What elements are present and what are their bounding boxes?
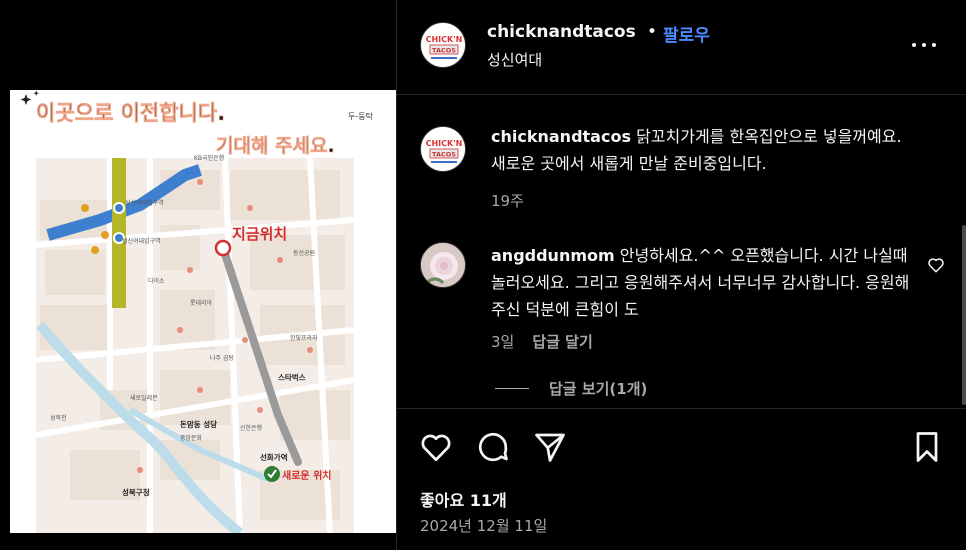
comments-section: CHICK'N TACOS chicknandtacos 닭꼬치가게를 한옥집안…	[397, 96, 966, 408]
view-replies-button[interactable]: 답글 보기(1개)	[495, 378, 647, 399]
new-location-label: 새로운 위치	[282, 469, 331, 482]
map-label-daiso: 다이소	[148, 277, 165, 285]
caption-username[interactable]: chicknandtacos	[491, 127, 631, 146]
heart-icon	[928, 258, 944, 273]
header-username[interactable]: chicknandtacos	[487, 22, 636, 42]
comment-username[interactable]: angddunmom	[491, 246, 615, 265]
caption-text: chicknandtacos 닭꼬치가게를 한옥집안으로 넣을꺼예요. 새로운 …	[491, 123, 921, 177]
profile-avatar[interactable]: CHICK'N TACOS	[420, 22, 466, 68]
comment-meta: 3일 답글 달기	[491, 331, 593, 352]
save-button[interactable]	[909, 429, 945, 465]
like-button[interactable]	[418, 429, 454, 465]
comment-text: angddunmom 안녕하세요.^^ 오픈했습니다. 시간 나실때 놀러오세요…	[491, 242, 921, 323]
map-label-church: 돈암동 성당	[180, 419, 217, 429]
map-label-bank: 신한은행	[240, 424, 262, 432]
location-map-graphic: 성신여대입구역 성신여대입구역 다이소 KB국민은행 동선공원 신한은행 한빛프…	[10, 90, 396, 533]
caption-timestamp[interactable]: 19주	[491, 190, 524, 211]
comment-like-button[interactable]	[927, 256, 945, 274]
more-dot	[932, 43, 936, 47]
divider-line	[495, 388, 529, 389]
separator-dot: •	[647, 22, 658, 42]
svg-text:TACOS: TACOS	[432, 151, 456, 159]
chicknandtacos-logo: CHICK'N TACOS	[421, 23, 465, 67]
image-headline-1: 이곳으로 이전합니다.	[36, 101, 225, 125]
map-label-starbucks: 스타벅스	[278, 372, 306, 382]
image-headline-2: 기대해 주세요.	[216, 135, 335, 157]
more-dot	[922, 43, 926, 47]
chicknandtacos-logo: CHICK'N TACOS	[421, 127, 465, 171]
svg-text:CHICK'N: CHICK'N	[426, 35, 463, 44]
reply-button[interactable]: 답글 달기	[532, 331, 592, 352]
svg-text:CHICK'N: CHICK'N	[426, 139, 463, 148]
post-location[interactable]: 성신여대	[487, 49, 542, 70]
more-options-button[interactable]	[909, 31, 939, 59]
map-label-naju: 나주 곰탕	[210, 354, 234, 362]
commenter-avatar[interactable]	[420, 242, 466, 288]
map-label-jungang: 중앙문화	[180, 434, 203, 442]
map-label-office: 성북구청	[122, 487, 150, 497]
post-actions: 좋아요 11개 2024년 12월 11일	[397, 408, 966, 550]
follow-button[interactable]: 팔로우	[663, 21, 710, 46]
post-media-pane: 성신여대입구역 성신여대입구역 다이소 KB국민은행 동선공원 신한은행 한빛프…	[0, 0, 396, 550]
map-label-station2: 성신여대입구역	[122, 237, 161, 245]
post-image[interactable]: 성신여대입구역 성신여대입구역 다이소 KB국민은행 동선공원 신한은행 한빛프…	[10, 90, 396, 533]
svg-text:TACOS: TACOS	[432, 47, 456, 55]
post-sidebar: CHICK'N TACOS chicknandtacos • 팔로우 성신여대 …	[396, 0, 966, 550]
image-signature: 두-둥탁	[348, 111, 374, 121]
more-horizontal-icon	[912, 43, 916, 47]
map-label-stream: 성북천	[50, 414, 67, 422]
heart-icon	[421, 434, 451, 462]
map-label-shinhwa: 선화가역	[260, 452, 288, 462]
view-replies-label: 답글 보기(1개)	[549, 380, 648, 398]
post-date: 2024년 12월 11일	[420, 517, 548, 535]
share-button[interactable]	[532, 429, 568, 465]
paper-plane-icon	[535, 433, 565, 462]
bookmark-icon	[916, 432, 938, 462]
rose-avatar-image	[421, 243, 465, 287]
map-label-dongsung: 동선공원	[293, 249, 315, 257]
scrollbar[interactable]	[962, 225, 966, 405]
post-header: CHICK'N TACOS chicknandtacos • 팔로우 성신여대	[397, 0, 966, 95]
map-label-station: 성신여대입구역	[125, 199, 164, 207]
map-label-hanbit: 한빛프라자	[290, 334, 318, 342]
comment-timestamp[interactable]: 3일	[491, 331, 514, 352]
caption-avatar[interactable]: CHICK'N TACOS	[420, 126, 466, 172]
map-label-seoulbank: 새로일레븐	[130, 394, 158, 402]
map-label-lotte: 롯데리아	[190, 299, 213, 307]
likes-count[interactable]: 좋아요 11개	[420, 487, 507, 511]
comment-button[interactable]	[475, 429, 511, 465]
current-location-marker	[214, 239, 232, 257]
comment-bubble-icon	[478, 432, 508, 462]
current-location-label: 지금위치	[232, 225, 287, 243]
